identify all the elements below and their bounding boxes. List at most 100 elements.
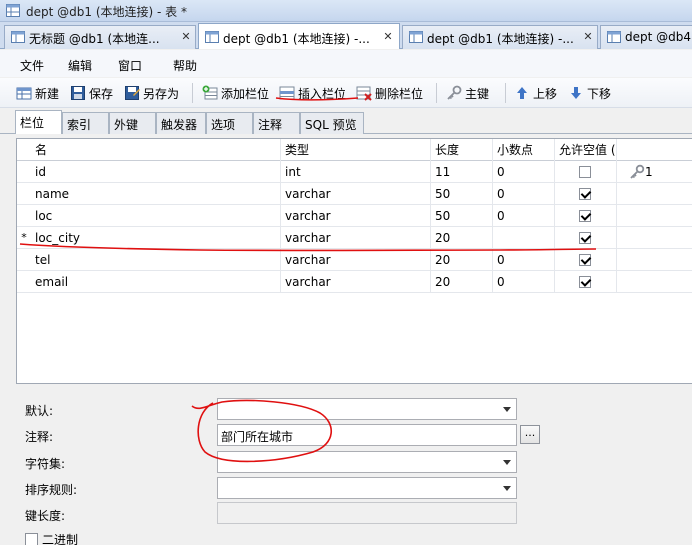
save-button[interactable]: 保存 [70, 83, 113, 103]
allow-null-checkbox[interactable] [579, 254, 591, 266]
close-icon[interactable]: ✕ [581, 30, 595, 44]
toolbar-divider [436, 83, 437, 103]
default-select[interactable] [217, 398, 517, 420]
column-header-allow-null[interactable]: 允许空值 ( [555, 139, 617, 161]
cell-allow-null [555, 249, 617, 271]
cell-name[interactable]: email [31, 271, 281, 293]
comment-value: 部门所在城市 [221, 430, 294, 444]
move-down-button[interactable]: 下移 [568, 83, 611, 103]
menu-file[interactable]: 文件 [20, 57, 44, 74]
new-button[interactable]: 新建 [16, 83, 59, 103]
doc-tab-dept-2[interactable]: dept @db1 (本地连接) -... ✕ [402, 25, 598, 49]
comment-input[interactable]: 部门所在城市 [217, 424, 517, 446]
cell-name[interactable]: name [31, 183, 281, 205]
cell-name[interactable]: tel [31, 249, 281, 271]
cell-decimals[interactable]: 0 [493, 205, 555, 227]
doc-tab-dept-db4[interactable]: dept @db4 [600, 25, 692, 49]
cell-name[interactable]: loc [31, 205, 281, 227]
cell-decimals[interactable]: 0 [493, 249, 555, 271]
column-header-decimals[interactable]: 小数点 [493, 139, 555, 161]
doc-tab-untitled[interactable]: 无标题 @db1 (本地连... ✕ [4, 25, 196, 49]
tab-foreign-keys[interactable]: 外键 [109, 112, 156, 134]
table-row[interactable]: name varchar 50 0 [17, 183, 692, 205]
menu-edit[interactable]: 编辑 [68, 57, 92, 74]
comment-label: 注释: [25, 430, 54, 444]
key-icon [630, 164, 645, 179]
allow-null-checkbox[interactable] [579, 232, 591, 244]
grid-header-row: 名 类型 长度 小数点 允许空值 ( [17, 139, 692, 161]
column-header-type[interactable]: 类型 [281, 139, 431, 161]
tab-fields[interactable]: 栏位 [15, 110, 62, 134]
cell-type[interactable]: varchar [281, 227, 431, 249]
close-icon[interactable]: ✕ [179, 30, 193, 44]
charset-label: 字符集: [25, 457, 66, 471]
table-row[interactable]: loc varchar 50 0 [17, 205, 692, 227]
delete-field-button[interactable]: 删除栏位 [356, 83, 423, 103]
menu-window[interactable]: 窗口 [118, 57, 142, 74]
allow-null-checkbox[interactable] [579, 166, 591, 178]
checkbox-box[interactable] [25, 533, 38, 545]
tab-options[interactable]: 选项 [206, 112, 253, 134]
allow-null-checkbox[interactable] [579, 188, 591, 200]
row-marker [17, 161, 31, 183]
cell-type[interactable]: varchar [281, 249, 431, 271]
close-icon[interactable]: ✕ [381, 30, 395, 44]
doc-tab-label: 无标题 @db1 (本地连... [29, 32, 160, 46]
menu-help[interactable]: 帮助 [173, 57, 197, 74]
table-row[interactable]: tel varchar 20 0 [17, 249, 692, 271]
table-row[interactable]: email varchar 20 0 [17, 271, 692, 293]
cell-decimals[interactable]: 0 [493, 161, 555, 183]
allow-null-checkbox[interactable] [579, 276, 591, 288]
collation-select[interactable] [217, 477, 517, 499]
column-header-length[interactable]: 长度 [431, 139, 493, 161]
delete-field-label: 删除栏位 [375, 86, 424, 101]
cell-name[interactable]: loc_city [31, 227, 281, 249]
cell-length[interactable]: 20 [431, 271, 493, 293]
cell-decimals[interactable]: 0 [493, 183, 555, 205]
tab-comments[interactable]: 注释 [253, 112, 300, 134]
fields-grid: 名 类型 长度 小数点 允许空值 ( id int 11 0 1 name varchar 5… [16, 138, 692, 384]
save-as-button[interactable]: 另存为 [124, 83, 179, 103]
table-icon [11, 31, 25, 43]
add-field-button[interactable]: 添加栏位 [202, 83, 269, 103]
cell-length[interactable]: 20 [431, 249, 493, 271]
cell-type[interactable]: varchar [281, 205, 431, 227]
column-header-name[interactable]: 名 [31, 139, 281, 161]
insert-field-label: 插入栏位 [298, 86, 347, 101]
cell-length[interactable]: 50 [431, 183, 493, 205]
cell-length[interactable]: 11 [431, 161, 493, 183]
arrow-up-icon [517, 87, 527, 99]
add-field-icon [202, 85, 218, 100]
new-file-icon [16, 87, 32, 100]
charset-select[interactable] [217, 451, 517, 473]
cell-name[interactable]: id [31, 161, 281, 183]
cell-allow-null [555, 161, 617, 183]
cell-type[interactable]: varchar [281, 183, 431, 205]
cell-type[interactable]: int [281, 161, 431, 183]
tab-sql-preview[interactable]: SQL 预览 [300, 112, 364, 134]
cell-length[interactable]: 20 [431, 227, 493, 249]
doc-tab-dept-active[interactable]: dept @db1 (本地连接) -... ✕ [198, 23, 400, 49]
insert-field-button[interactable]: 插入栏位 [279, 83, 346, 103]
table-row[interactable]: * loc_city varchar 20 [17, 227, 692, 249]
move-down-label: 下移 [587, 86, 612, 101]
comment-edit-button[interactable]: ... [520, 425, 540, 444]
primary-key-button[interactable]: 主键 [446, 83, 489, 103]
move-up-button[interactable]: 上移 [514, 83, 557, 103]
cell-allow-null [555, 205, 617, 227]
table-row[interactable]: id int 11 0 1 [17, 161, 692, 183]
row-marker [17, 271, 31, 293]
cell-length[interactable]: 50 [431, 205, 493, 227]
tab-triggers[interactable]: 触发器 [156, 112, 206, 134]
cell-decimals[interactable]: 0 [493, 271, 555, 293]
chevron-down-icon [503, 460, 511, 465]
allow-null-checkbox[interactable] [579, 210, 591, 222]
tab-indexes[interactable]: 索引 [62, 112, 109, 134]
cell-allow-null [555, 271, 617, 293]
cell-decimals[interactable] [493, 227, 555, 249]
binary-checkbox[interactable]: 二进制 [25, 531, 78, 545]
cell-type[interactable]: varchar [281, 271, 431, 293]
row-marker [17, 205, 31, 227]
doc-tab-label: dept @db1 (本地连接) -... [223, 32, 370, 46]
primary-key-label: 主键 [465, 86, 490, 101]
